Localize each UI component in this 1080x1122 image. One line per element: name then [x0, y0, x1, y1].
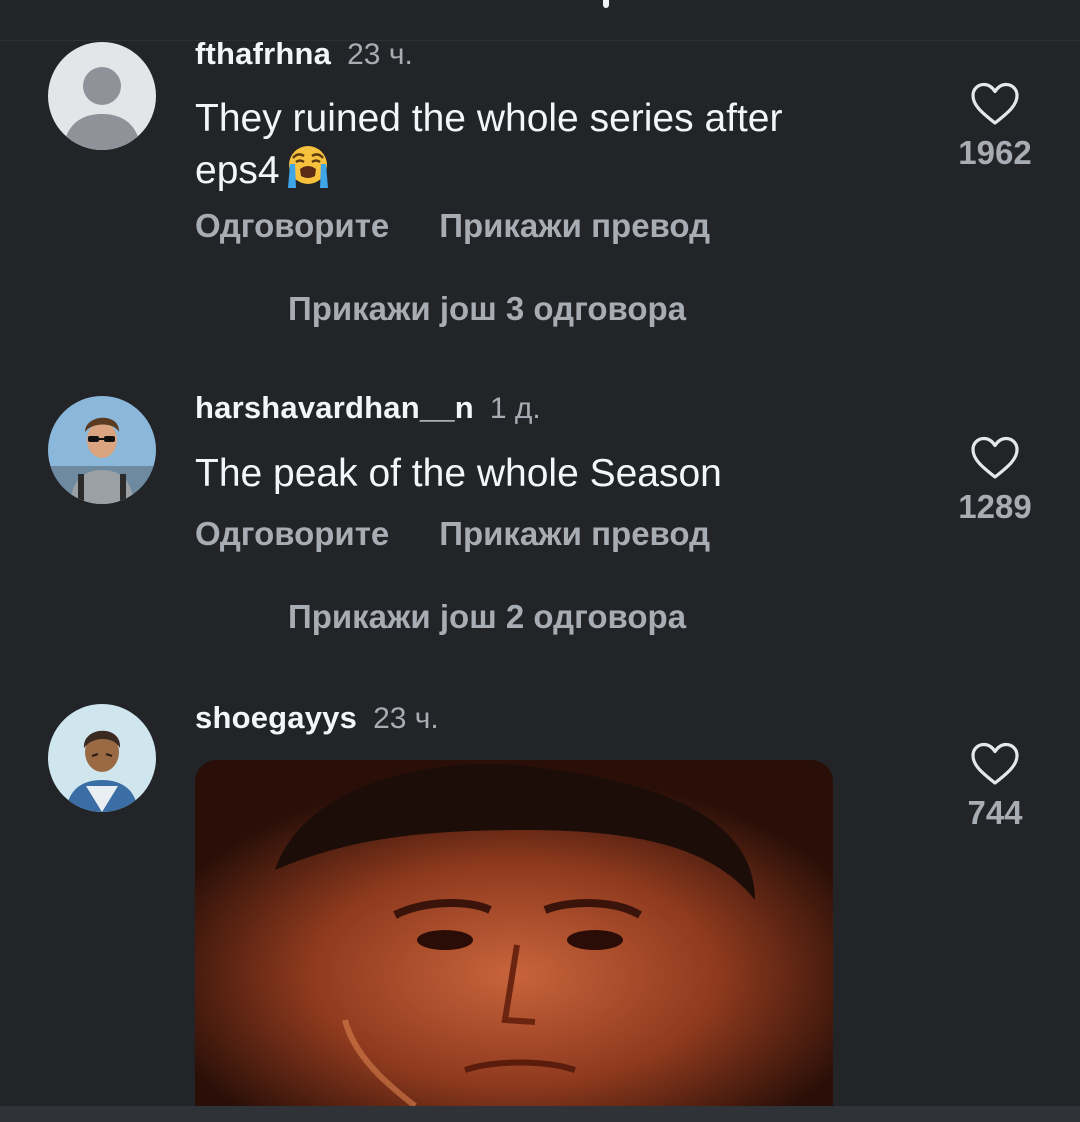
comment-gif-image[interactable]: [195, 760, 833, 1106]
translate-button[interactable]: Прикажи превод: [439, 515, 710, 553]
heart-outline-icon: [971, 742, 1019, 785]
comment-text-fragment: eps4: [195, 149, 280, 192]
view-more-replies-button[interactable]: Прикажи још 2 одговора: [288, 598, 686, 636]
comment-text: They ruined the whole series after eps4: [195, 95, 782, 201]
comment-actions: Одговорите Прикажи превод: [195, 207, 710, 245]
comment-text-line-2: eps4: [195, 143, 782, 201]
comment-username[interactable]: harshavardhan__n: [195, 390, 474, 426]
comment-text: The peak of the whole Season: [195, 450, 722, 498]
default-avatar-icon: [48, 42, 156, 150]
cartoon-avatar: [48, 704, 156, 812]
loudly-crying-face-icon: [284, 143, 332, 201]
comment-time: 1 д.: [489, 392, 541, 425]
heart-outline-icon: [971, 82, 1019, 125]
bottom-bar: [0, 1106, 1080, 1122]
like-button[interactable]: 744: [952, 742, 1038, 832]
reply-button[interactable]: Одговорите: [195, 515, 389, 553]
comment-meta: fthafrhna 23 ч.: [195, 36, 413, 76]
top-divider: [0, 40, 1080, 41]
comment-username[interactable]: fthafrhna: [195, 36, 331, 72]
comment-meta: harshavardhan__n 1 д.: [195, 390, 541, 430]
comment-meta: shoegayys 23 ч.: [195, 700, 439, 740]
translate-button[interactable]: Прикажи превод: [439, 207, 710, 245]
view-more-replies-button[interactable]: Прикажи још 3 одговора: [288, 290, 686, 328]
comment-text-line: The peak of the whole Season: [195, 452, 722, 495]
like-count: 744: [967, 794, 1023, 831]
avatar-default[interactable]: [48, 42, 156, 150]
heart-outline-icon: [971, 436, 1019, 479]
like-button[interactable]: 1962: [952, 82, 1038, 172]
user-photo-avatar: [48, 396, 156, 504]
gif-image: [195, 760, 833, 1106]
comment-time: 23 ч.: [373, 702, 439, 735]
avatar-user[interactable]: [48, 704, 156, 812]
like-button[interactable]: 1289: [952, 436, 1038, 526]
comment-actions: Одговорите Прикажи превод: [195, 515, 710, 553]
comment-username[interactable]: shoegayys: [195, 700, 357, 736]
like-count: 1962: [958, 134, 1032, 171]
avatar-user[interactable]: [48, 396, 156, 504]
comment-time: 23 ч.: [347, 38, 413, 71]
reply-button[interactable]: Одговорите: [195, 207, 389, 245]
like-count: 1289: [958, 488, 1032, 525]
header-fragment: [603, 0, 609, 8]
comment-text-line: They ruined the whole series after: [195, 97, 783, 140]
